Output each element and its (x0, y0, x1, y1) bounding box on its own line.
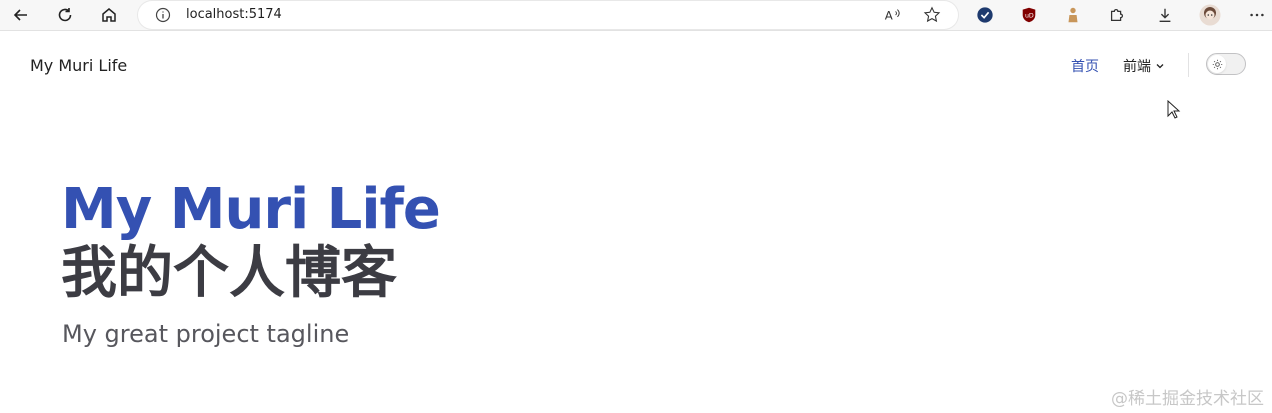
nav-dropdown-frontend-label: 前端 (1123, 59, 1151, 75)
svg-text:uD: uD (1025, 13, 1034, 20)
hero-name: My Muri Life (61, 177, 441, 242)
info-icon[interactable] (155, 7, 171, 23)
home-button[interactable] (96, 3, 122, 27)
refresh-button[interactable] (52, 3, 78, 27)
download-icon[interactable] (1154, 4, 1176, 26)
site-navbar: My Muri Life 首页 前端 (0, 31, 1272, 95)
extensions-puzzle-icon[interactable] (1106, 4, 1128, 26)
back-arrow-icon (13, 9, 27, 21)
sun-icon (1212, 59, 1222, 69)
read-aloud-icon[interactable]: A (882, 5, 902, 25)
svg-text:A: A (885, 9, 893, 23)
nav-link-home[interactable]: 首页 (1071, 56, 1099, 76)
shield-check-icon[interactable] (974, 4, 996, 26)
more-options-icon[interactable] (1246, 4, 1268, 26)
mouse-cursor-icon (1167, 100, 1181, 119)
back-button[interactable] (8, 3, 34, 27)
home-icon (102, 8, 116, 22)
theme-toggle-knob (1208, 55, 1226, 73)
ublock-icon[interactable]: uD (1018, 4, 1040, 26)
nav-dropdown-frontend[interactable]: 前端 (1123, 56, 1165, 76)
favorite-star-icon[interactable] (922, 5, 942, 25)
site-title[interactable]: My Muri Life (30, 56, 127, 75)
url-text[interactable]: localhost:5174 (186, 7, 282, 22)
hero-text: 我的个人博客 (61, 241, 397, 306)
nav-divider (1188, 53, 1189, 77)
theme-toggle[interactable] (1206, 53, 1246, 75)
chevron-down-icon (1156, 64, 1164, 69)
address-bar[interactable]: localhost:5174 A (138, 1, 958, 29)
watermark: @稀土掘金技术社区 (1111, 389, 1264, 409)
profile-avatar-icon[interactable] (1199, 4, 1221, 26)
refresh-icon (58, 8, 72, 22)
extension-figure-icon[interactable] (1062, 4, 1084, 26)
hero-tagline: My great project tagline (62, 320, 350, 348)
browser-toolbar: localhost:5174 A uD (0, 0, 1272, 31)
